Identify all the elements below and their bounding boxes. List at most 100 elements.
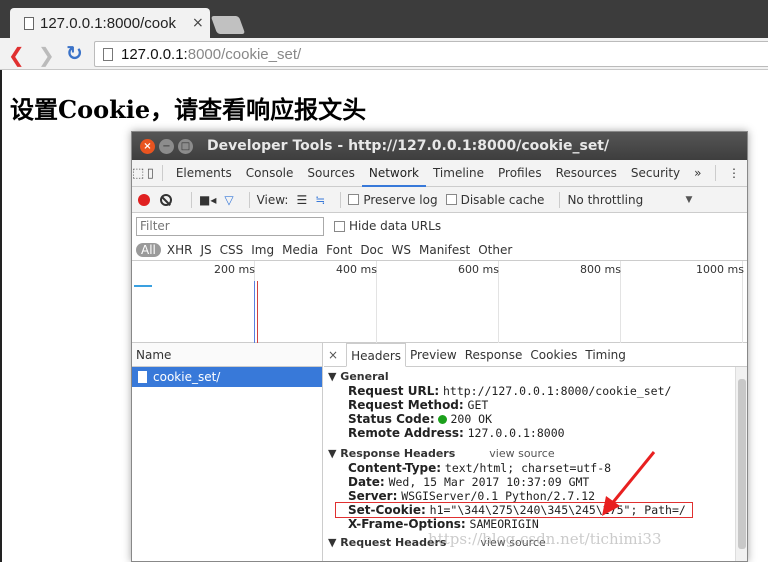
type-filter-css[interactable]: CSS xyxy=(220,243,244,257)
type-filter-font[interactable]: Font xyxy=(326,243,352,257)
screenshot-icon[interactable]: ■◂ xyxy=(199,193,216,207)
tick-label: 400 ms xyxy=(336,263,377,276)
more-tabs-button[interactable]: » xyxy=(687,160,708,187)
network-overview-timeline[interactable]: 200 ms 400 ms 600 ms 800 ms 1000 ms xyxy=(132,261,747,343)
type-filter-doc[interactable]: Doc xyxy=(360,243,383,257)
filter-input[interactable] xyxy=(136,216,324,236)
watermark: https://blog.csdn.net/tichimi33 xyxy=(428,530,662,548)
tab-timing[interactable]: Timing xyxy=(581,343,630,367)
throttling-select[interactable]: No throttling xyxy=(567,193,677,207)
disable-cache-checkbox[interactable] xyxy=(445,194,457,205)
header-key: X-Frame-Options: xyxy=(348,517,466,531)
page-title: 设置Cookie，请查看响应报文头 xyxy=(10,95,367,124)
response-headers-heading: ▼ Response Headers xyxy=(328,447,456,460)
tab-sources[interactable]: Sources xyxy=(300,160,361,187)
devtools-menu-icon[interactable]: ⋮ xyxy=(721,160,747,187)
devtools-title: Developer Tools - http://127.0.0.1:8000/… xyxy=(207,138,610,154)
type-filter-ws[interactable]: WS xyxy=(392,243,411,257)
tick-label: 200 ms xyxy=(214,263,255,276)
header-row: Content-Type: text/html; charset=utf-8 xyxy=(328,461,747,475)
overview-icon[interactable]: ≒ xyxy=(315,193,325,207)
view-label: View: xyxy=(256,192,289,207)
vertical-scrollbar[interactable] xyxy=(735,367,747,561)
divider xyxy=(340,191,342,208)
request-list: Name cookie_set/ xyxy=(132,343,323,561)
tab-network[interactable]: Network xyxy=(361,160,426,187)
tab-resources[interactable]: Resources xyxy=(549,160,624,187)
url-input[interactable]: 127.0.0.1: 8000/cookie_set/ xyxy=(94,41,768,67)
devtools-titlebar: × − □ Developer Tools - http://127.0.0.1… xyxy=(132,132,747,160)
type-filter-img[interactable]: Img xyxy=(251,243,274,257)
header-key: Request URL: xyxy=(348,384,440,398)
browser-tab[interactable]: 127.0.0.1:8000/cook × xyxy=(10,8,210,38)
header-value: GET xyxy=(467,398,489,412)
general-section-header[interactable]: ▼ General xyxy=(328,369,747,384)
network-toolbar: ■◂ ▽ View: ☰ ≒ Preserve log Disable cach… xyxy=(132,187,747,213)
tab-console[interactable]: Console xyxy=(239,160,301,187)
header-key: Date: xyxy=(348,475,385,489)
type-filter-other[interactable]: Other xyxy=(478,243,512,257)
page-icon xyxy=(103,47,113,61)
tab-timeline[interactable]: Timeline xyxy=(426,160,491,187)
tab-headers[interactable]: Headers xyxy=(346,342,407,367)
chevron-down-icon[interactable]: ▼ xyxy=(685,195,692,205)
record-icon[interactable] xyxy=(138,193,150,206)
back-arrow-icon[interactable]: ❮ xyxy=(8,43,25,67)
header-value: SAMEORIGIN xyxy=(469,517,539,531)
type-filter-manifest[interactable]: Manifest xyxy=(419,243,470,257)
header-row: Request URL: http://127.0.0.1:8000/cooki… xyxy=(328,384,747,398)
header-row: Status Code: 200 OK xyxy=(328,412,747,426)
url-path: 8000/cookie_set/ xyxy=(187,45,302,63)
minimize-icon[interactable]: − xyxy=(159,138,174,154)
maximize-icon[interactable]: □ xyxy=(178,138,193,154)
divider xyxy=(714,165,715,181)
scrollbar-thumb[interactable] xyxy=(738,379,746,549)
inspect-element-icon[interactable]: ⬚ xyxy=(132,166,144,181)
divider xyxy=(559,191,561,208)
reload-icon[interactable]: ↻ xyxy=(66,41,83,65)
tab-response[interactable]: Response xyxy=(461,343,527,367)
close-icon[interactable]: × xyxy=(328,348,338,362)
detail-tabs: × Headers Preview Response Cookies Timin… xyxy=(324,342,747,367)
response-headers-section-header[interactable]: ▼ Response Headers view source xyxy=(328,446,747,461)
header-row: Request Method: GET xyxy=(328,398,747,412)
request-row[interactable]: cookie_set/ xyxy=(132,367,322,387)
device-mode-icon[interactable]: ▯ xyxy=(144,166,156,181)
header-key: Request Method: xyxy=(348,398,464,412)
general-heading: ▼ General xyxy=(328,370,389,383)
tab-elements[interactable]: Elements xyxy=(169,160,239,187)
clear-icon[interactable] xyxy=(160,193,172,206)
header-value: text/html; charset=utf-8 xyxy=(444,461,612,475)
tab-cookies[interactable]: Cookies xyxy=(526,343,581,367)
new-tab-button[interactable] xyxy=(210,16,246,34)
tab-preview[interactable]: Preview xyxy=(406,343,461,367)
forward-arrow-icon[interactable]: ❯ xyxy=(38,43,55,67)
type-filter-media[interactable]: Media xyxy=(282,243,318,257)
page-divider xyxy=(0,70,2,562)
annotation-arrow-icon xyxy=(602,451,656,516)
page-icon xyxy=(24,16,34,30)
address-bar-row: ❮ ❯ ↻ 127.0.0.1: 8000/cookie_set/ xyxy=(0,38,768,70)
request-bar xyxy=(134,285,152,287)
tab-profiles[interactable]: Profiles xyxy=(491,160,549,187)
hide-data-urls-checkbox[interactable] xyxy=(334,220,345,232)
request-name: cookie_set/ xyxy=(153,370,221,384)
resource-type-filters: All XHR JS CSS Img Media Font Doc WS Man… xyxy=(132,239,747,261)
view-source-link[interactable]: view source xyxy=(489,447,554,460)
disable-cache-label: Disable cache xyxy=(460,192,545,207)
filter-icon[interactable]: ▽ xyxy=(224,193,233,207)
large-rows-icon[interactable]: ☰ xyxy=(296,193,307,207)
tab-close-icon[interactable]: × xyxy=(192,15,204,31)
header-key: Remote Address: xyxy=(348,426,464,440)
type-filter-xhr[interactable]: XHR xyxy=(167,243,193,257)
close-icon[interactable]: × xyxy=(140,138,155,154)
tick-label: 800 ms xyxy=(580,263,621,276)
document-icon xyxy=(138,371,147,383)
type-filter-js[interactable]: JS xyxy=(200,243,211,257)
filter-row: Hide data URLs xyxy=(132,213,747,239)
name-column-header[interactable]: Name xyxy=(132,343,322,367)
header-value: Wed, 15 Mar 2017 10:37:09 GMT xyxy=(388,475,590,489)
preserve-log-checkbox[interactable] xyxy=(348,194,360,205)
tab-security[interactable]: Security xyxy=(624,160,687,187)
type-filter-all[interactable]: All xyxy=(136,242,161,257)
